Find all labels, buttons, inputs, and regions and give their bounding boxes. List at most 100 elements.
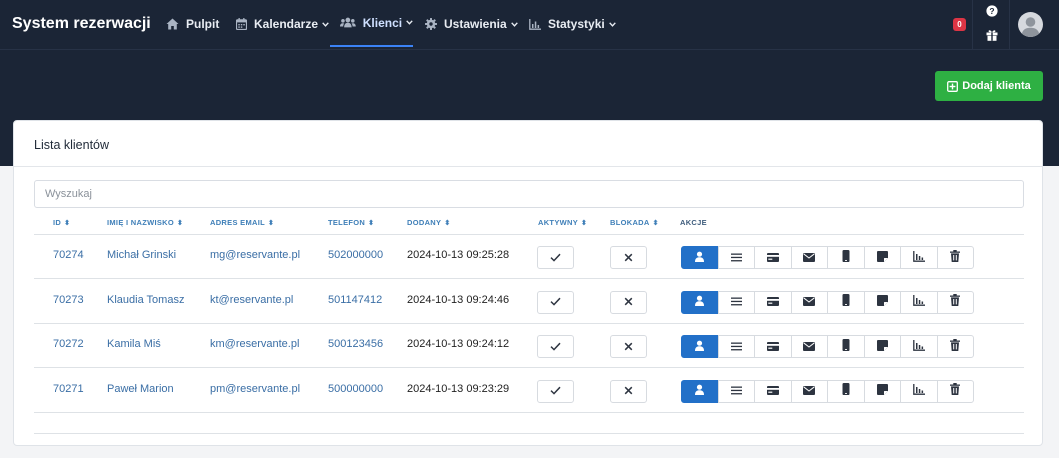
client-phone-link[interactable]: 500000000 (328, 383, 383, 395)
note-icon (876, 338, 888, 356)
envelope-action-button[interactable] (790, 335, 828, 358)
note-icon (876, 382, 888, 400)
user-action-button[interactable] (681, 290, 719, 314)
column-header-phone[interactable]: TELEFON ⬍ (328, 218, 374, 227)
list-action-button[interactable] (717, 246, 755, 269)
user-action-button[interactable] (681, 335, 719, 358)
nav-label: Klienci (362, 15, 403, 30)
nav-label: Statystyki (548, 17, 605, 31)
active-toggle-button[interactable] (537, 379, 574, 403)
envelope-action-button[interactable] (790, 379, 828, 403)
gift-icon[interactable] (986, 29, 998, 41)
mobile-action-button[interactable] (827, 335, 865, 358)
user-action-button[interactable] (681, 246, 719, 269)
plus-square-icon (947, 80, 959, 92)
client-email-link[interactable]: pm@reservante.pl (210, 383, 300, 395)
envelope-action-button[interactable] (790, 290, 828, 314)
client-phone-link[interactable]: 502000000 (328, 249, 383, 261)
chart-icon (912, 249, 925, 267)
client-id-link[interactable]: 70274 (53, 249, 84, 261)
help-icon[interactable]: ? (986, 5, 998, 17)
note-action-button[interactable] (863, 335, 901, 358)
table-row: 70272 Kamila Miś km@reservante.pl 500123456… (34, 324, 1024, 368)
notification-badge[interactable]: 0 (953, 18, 966, 31)
credit-card-action-button[interactable] (754, 379, 792, 403)
block-toggle-button[interactable] (610, 290, 647, 314)
note-action-button[interactable] (863, 246, 901, 269)
nav-item-pulpit[interactable]: Pulpit (166, 0, 219, 48)
mobile-action-button[interactable] (827, 246, 865, 269)
nav-item-statystyki[interactable]: Statystyki (529, 0, 616, 48)
client-name-link[interactable]: Kamila Miś (107, 338, 161, 350)
column-header-id[interactable]: ID ⬍ (53, 218, 70, 227)
user-action-button[interactable] (681, 379, 719, 403)
chart-action-button[interactable] (900, 335, 938, 358)
note-action-button[interactable] (863, 379, 901, 403)
row-actions (681, 335, 974, 358)
client-id-link[interactable]: 70272 (53, 338, 84, 350)
column-header-added[interactable]: DODANY ⬍ (407, 218, 450, 227)
sort-icon: ⬍ (581, 219, 588, 227)
active-toggle-button[interactable] (537, 246, 574, 269)
chart-icon (912, 382, 925, 400)
chevron-down-icon (406, 20, 413, 25)
column-header-email[interactable]: ADRES EMAIL ⬍ (210, 218, 274, 227)
active-toggle-button[interactable] (537, 290, 574, 314)
credit-card-action-button[interactable] (754, 290, 792, 314)
list-action-button[interactable] (717, 290, 755, 314)
chart-action-button[interactable] (900, 379, 938, 403)
client-phone-link[interactable]: 501147412 (328, 294, 382, 306)
nav-item-klienci[interactable]: Klienci (330, 0, 413, 47)
trash-action-button[interactable] (936, 335, 974, 358)
credit-card-action-button[interactable] (754, 335, 792, 358)
search-input[interactable] (34, 180, 1024, 208)
chart-action-button[interactable] (900, 246, 938, 269)
mobile-icon (842, 293, 850, 311)
trash-action-button[interactable] (936, 379, 974, 403)
nav-label: Ustawienia (444, 17, 507, 31)
add-client-button[interactable]: Dodaj klienta (935, 71, 1043, 101)
column-header-active[interactable]: AKTYWNY ⬍ (538, 218, 587, 227)
chart-action-button[interactable] (900, 290, 938, 314)
chart-icon (529, 18, 541, 30)
mobile-action-button[interactable] (827, 379, 865, 403)
list-action-button[interactable] (717, 335, 755, 358)
active-toggle-button[interactable] (537, 335, 574, 358)
table-footer-divider (34, 433, 1024, 434)
envelope-action-button[interactable] (790, 246, 828, 269)
column-header-blocked[interactable]: BLOKADA ⬍ (610, 218, 659, 227)
client-name-link[interactable]: Klaudia Tomasz (107, 294, 184, 306)
mobile-action-button[interactable] (827, 290, 865, 314)
trash-action-button[interactable] (936, 246, 974, 269)
client-email-link[interactable]: km@reservante.pl (210, 338, 299, 350)
column-label: AKTYWNY (538, 218, 579, 227)
trash-action-button[interactable] (936, 290, 974, 314)
client-name-link[interactable]: Paweł Marion (107, 383, 174, 395)
help-menu[interactable]: ? (972, 0, 1010, 49)
list-icon (730, 382, 742, 400)
client-id-link[interactable]: 70273 (53, 294, 84, 306)
gear-icon (425, 18, 437, 30)
nav-item-ustawienia[interactable]: Ustawienia (425, 0, 518, 48)
client-id-link[interactable]: 70271 (53, 383, 84, 395)
block-toggle-button[interactable] (610, 379, 647, 403)
block-toggle-button[interactable] (610, 246, 647, 269)
avatar[interactable] (1018, 12, 1043, 37)
block-toggle-button[interactable] (610, 335, 647, 358)
column-label: ADRES EMAIL (210, 218, 265, 227)
user-avatar-icon (1021, 17, 1040, 37)
envelope-icon (803, 293, 816, 311)
note-action-button[interactable] (863, 290, 901, 314)
list-action-button[interactable] (717, 379, 755, 403)
client-email-link[interactable]: kt@reservante.pl (210, 294, 293, 306)
client-email-link[interactable]: mg@reservante.pl (210, 249, 300, 261)
close-icon (624, 382, 633, 400)
credit-card-action-button[interactable] (754, 246, 792, 269)
sort-icon: ⬍ (444, 219, 451, 227)
client-phone-link[interactable]: 500123456 (328, 338, 383, 350)
client-name-link[interactable]: Michał Grinski (107, 249, 176, 261)
nav-item-kalendarze[interactable]: Kalendarze (236, 0, 329, 48)
app-title[interactable]: System rezerwacji (12, 15, 151, 33)
column-header-name[interactable]: IMIĘ I NAZWISKO ⬍ (107, 218, 183, 227)
client-added-date: 2024-10-13 09:23:29 (407, 382, 510, 395)
